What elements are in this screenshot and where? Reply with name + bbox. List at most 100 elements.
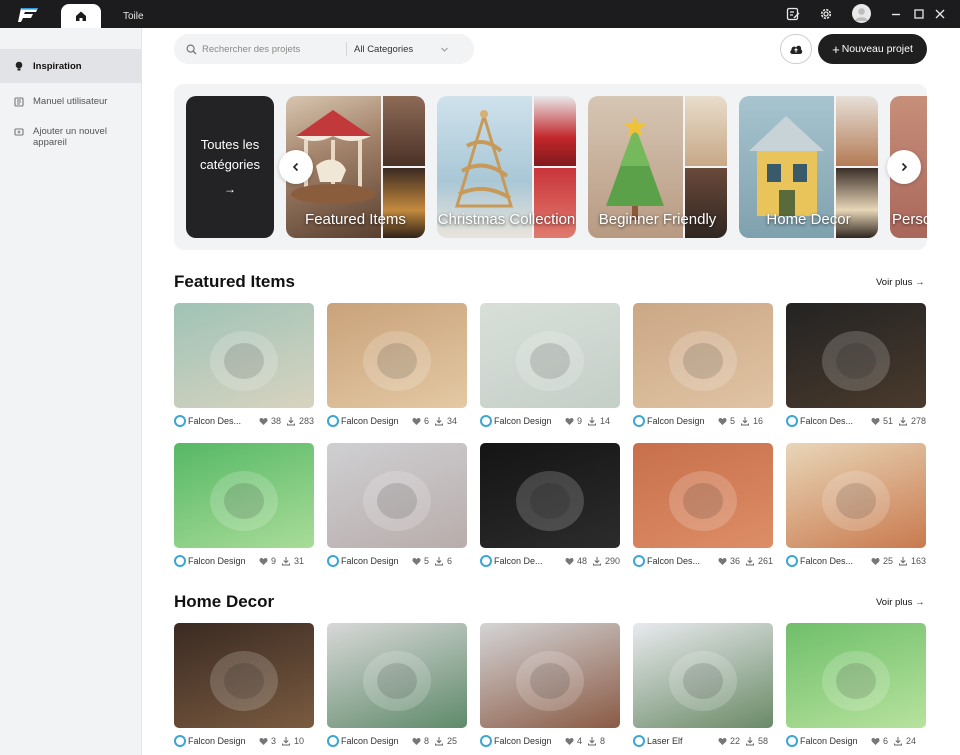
tab-toile[interactable]: Toile (114, 4, 153, 28)
like-count[interactable]: 22 (718, 736, 740, 746)
settings-button[interactable] (817, 5, 835, 23)
like-count[interactable]: 6 (871, 736, 888, 746)
project-thumbnail[interactable] (174, 443, 314, 548)
sidebar-item-add-device[interactable]: Ajouter un nouvel appareil (0, 126, 141, 148)
all-categories-card[interactable]: Toutes les catégories → (186, 96, 274, 238)
author-name[interactable]: Falcon Des... (647, 556, 713, 566)
like-count[interactable]: 36 (718, 556, 740, 566)
author-name[interactable]: Falcon De... (494, 556, 560, 566)
project-card[interactable]: Falcon Design 9 14 (480, 303, 620, 431)
download-count[interactable]: 8 (587, 736, 605, 746)
project-illustration (210, 331, 278, 391)
see-more-link[interactable]: Voir plus → (876, 597, 925, 608)
author-name[interactable]: Falcon Design (800, 736, 866, 746)
download-count[interactable]: 261 (745, 556, 773, 566)
project-thumbnail[interactable] (327, 443, 467, 548)
author-name[interactable]: Falcon Design (341, 416, 407, 426)
download-count[interactable]: 31 (281, 556, 304, 566)
project-card[interactable]: Falcon Design 4 8 (480, 623, 620, 751)
author-name[interactable]: Falcon Design (188, 736, 254, 746)
like-count[interactable]: 38 (259, 416, 281, 426)
like-count[interactable]: 9 (565, 416, 582, 426)
download-count[interactable]: 14 (587, 416, 610, 426)
author-name[interactable]: Falcon Des... (800, 556, 866, 566)
project-thumbnail[interactable] (786, 303, 926, 408)
project-card[interactable]: Falcon Design 6 24 (786, 623, 926, 751)
project-thumbnail[interactable] (480, 303, 620, 408)
like-count[interactable]: 25 (871, 556, 893, 566)
tab-home[interactable] (61, 4, 101, 28)
project-thumbnail[interactable] (786, 443, 926, 548)
author-name[interactable]: Falcon Des... (188, 416, 254, 426)
project-card[interactable]: Falcon Des... 36 261 (633, 443, 773, 571)
project-card[interactable]: Falcon Design 9 31 (174, 443, 314, 571)
carousel-next-button[interactable] (887, 150, 921, 184)
project-thumbnail[interactable] (786, 623, 926, 728)
author-name[interactable]: Falcon Design (494, 416, 560, 426)
project-thumbnail[interactable] (633, 443, 773, 548)
like-count[interactable]: 48 (565, 556, 587, 566)
download-count[interactable]: 290 (592, 556, 620, 566)
like-count[interactable]: 4 (565, 736, 582, 746)
download-count[interactable]: 58 (745, 736, 768, 746)
project-thumbnail[interactable] (633, 303, 773, 408)
project-thumbnail[interactable] (327, 623, 467, 728)
project-thumbnail[interactable] (480, 443, 620, 548)
avatar[interactable] (852, 4, 871, 23)
search-input[interactable] (202, 43, 342, 55)
project-thumbnail[interactable] (480, 623, 620, 728)
project-card[interactable]: Falcon De... 48 290 (480, 443, 620, 571)
project-card[interactable]: Falcon Design 5 6 (327, 443, 467, 571)
project-thumbnail[interactable] (633, 623, 773, 728)
project-card[interactable]: Falcon Des... 51 278 (786, 303, 926, 431)
sidebar-item-inspiration[interactable]: Inspiration (0, 49, 141, 83)
sidebar-item-manual[interactable]: Manuel utilisateur (0, 96, 141, 107)
upload-button[interactable] (780, 34, 812, 64)
author-name[interactable]: Falcon Des... (800, 416, 866, 426)
author-name[interactable]: Falcon Design (494, 736, 560, 746)
like-count[interactable]: 9 (259, 556, 276, 566)
project-card[interactable]: Falcon Design 6 34 (327, 303, 467, 431)
category-select[interactable]: All Categories (354, 44, 440, 55)
project-card[interactable]: Falcon Des... 38 283 (174, 303, 314, 431)
category-card-home-decor[interactable]: Home Decor (739, 96, 878, 238)
new-project-button[interactable]: + Nouveau projet (818, 34, 927, 64)
download-count[interactable]: 34 (434, 416, 457, 426)
chevron-down-icon[interactable] (440, 45, 449, 54)
download-count[interactable]: 278 (898, 416, 926, 426)
author-name[interactable]: Falcon Design (188, 556, 254, 566)
project-card[interactable]: Laser Elf 22 58 (633, 623, 773, 751)
download-count[interactable]: 25 (434, 736, 457, 746)
carousel-prev-button[interactable] (279, 150, 313, 184)
author-name[interactable]: Falcon Design (647, 416, 713, 426)
download-count[interactable]: 10 (281, 736, 304, 746)
like-count[interactable]: 8 (412, 736, 429, 746)
project-card[interactable]: Falcon Design 8 25 (327, 623, 467, 751)
like-count[interactable]: 5 (718, 416, 735, 426)
project-card[interactable]: Falcon Des... 25 163 (786, 443, 926, 571)
like-count[interactable]: 6 (412, 416, 429, 426)
download-count[interactable]: 283 (286, 416, 314, 426)
minimize-button[interactable] (887, 5, 905, 23)
download-count[interactable]: 24 (893, 736, 916, 746)
like-count[interactable]: 3 (259, 736, 276, 746)
category-card-beginner[interactable]: Beginner Friendly (588, 96, 727, 238)
edit-button[interactable] (784, 5, 802, 23)
like-count[interactable]: 51 (871, 416, 893, 426)
project-thumbnail[interactable] (327, 303, 467, 408)
author-name[interactable]: Laser Elf (647, 736, 713, 746)
like-count[interactable]: 5 (412, 556, 429, 566)
close-button[interactable] (931, 5, 949, 23)
category-card-christmas[interactable]: Christmas Collection (437, 96, 576, 238)
download-count[interactable]: 16 (740, 416, 763, 426)
project-thumbnail[interactable] (174, 623, 314, 728)
author-name[interactable]: Falcon Design (341, 736, 407, 746)
project-thumbnail[interactable] (174, 303, 314, 408)
download-count[interactable]: 163 (898, 556, 926, 566)
maximize-button[interactable] (910, 5, 928, 23)
see-more-link[interactable]: Voir plus → (876, 277, 925, 288)
project-card[interactable]: Falcon Design 5 16 (633, 303, 773, 431)
download-count[interactable]: 6 (434, 556, 452, 566)
author-name[interactable]: Falcon Design (341, 556, 407, 566)
project-card[interactable]: Falcon Design 3 10 (174, 623, 314, 751)
